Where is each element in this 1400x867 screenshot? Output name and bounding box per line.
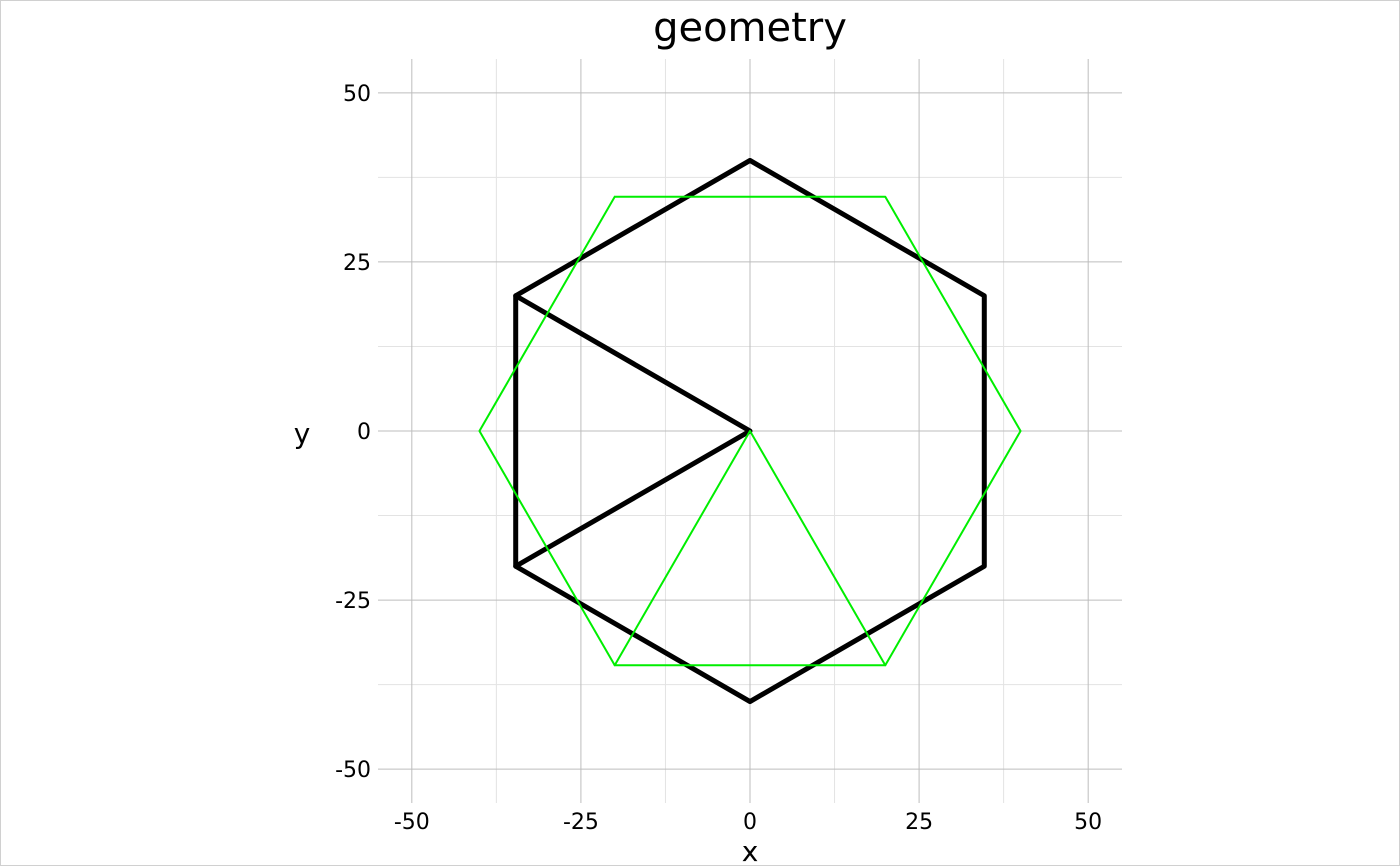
x-tick-label: -25 bbox=[563, 810, 599, 835]
tick-label-layer: -50 -25 0 25 50 -50 -25 0 25 50 bbox=[335, 82, 1102, 835]
chart-title: geometry bbox=[653, 5, 847, 51]
y-tick-label: -25 bbox=[335, 589, 371, 614]
x-tick-label: 25 bbox=[905, 810, 933, 835]
y-tick-label: 0 bbox=[357, 420, 371, 445]
y-tick-label: 50 bbox=[343, 82, 371, 107]
x-tick-label: 50 bbox=[1074, 810, 1102, 835]
y-tick-label: 25 bbox=[343, 251, 371, 276]
y-tick-label: -50 bbox=[335, 758, 371, 783]
chart-frame: -50 -25 0 25 50 -50 -25 0 25 50 geometry x y bbox=[0, 0, 1400, 867]
x-tick-label: -50 bbox=[394, 810, 430, 835]
x-tick-label: 0 bbox=[743, 810, 757, 835]
x-axis-label: x bbox=[742, 835, 759, 867]
y-axis-label: y bbox=[294, 417, 311, 450]
chart-canvas: -50 -25 0 25 50 -50 -25 0 25 50 geometry x y bbox=[294, 5, 1122, 867]
